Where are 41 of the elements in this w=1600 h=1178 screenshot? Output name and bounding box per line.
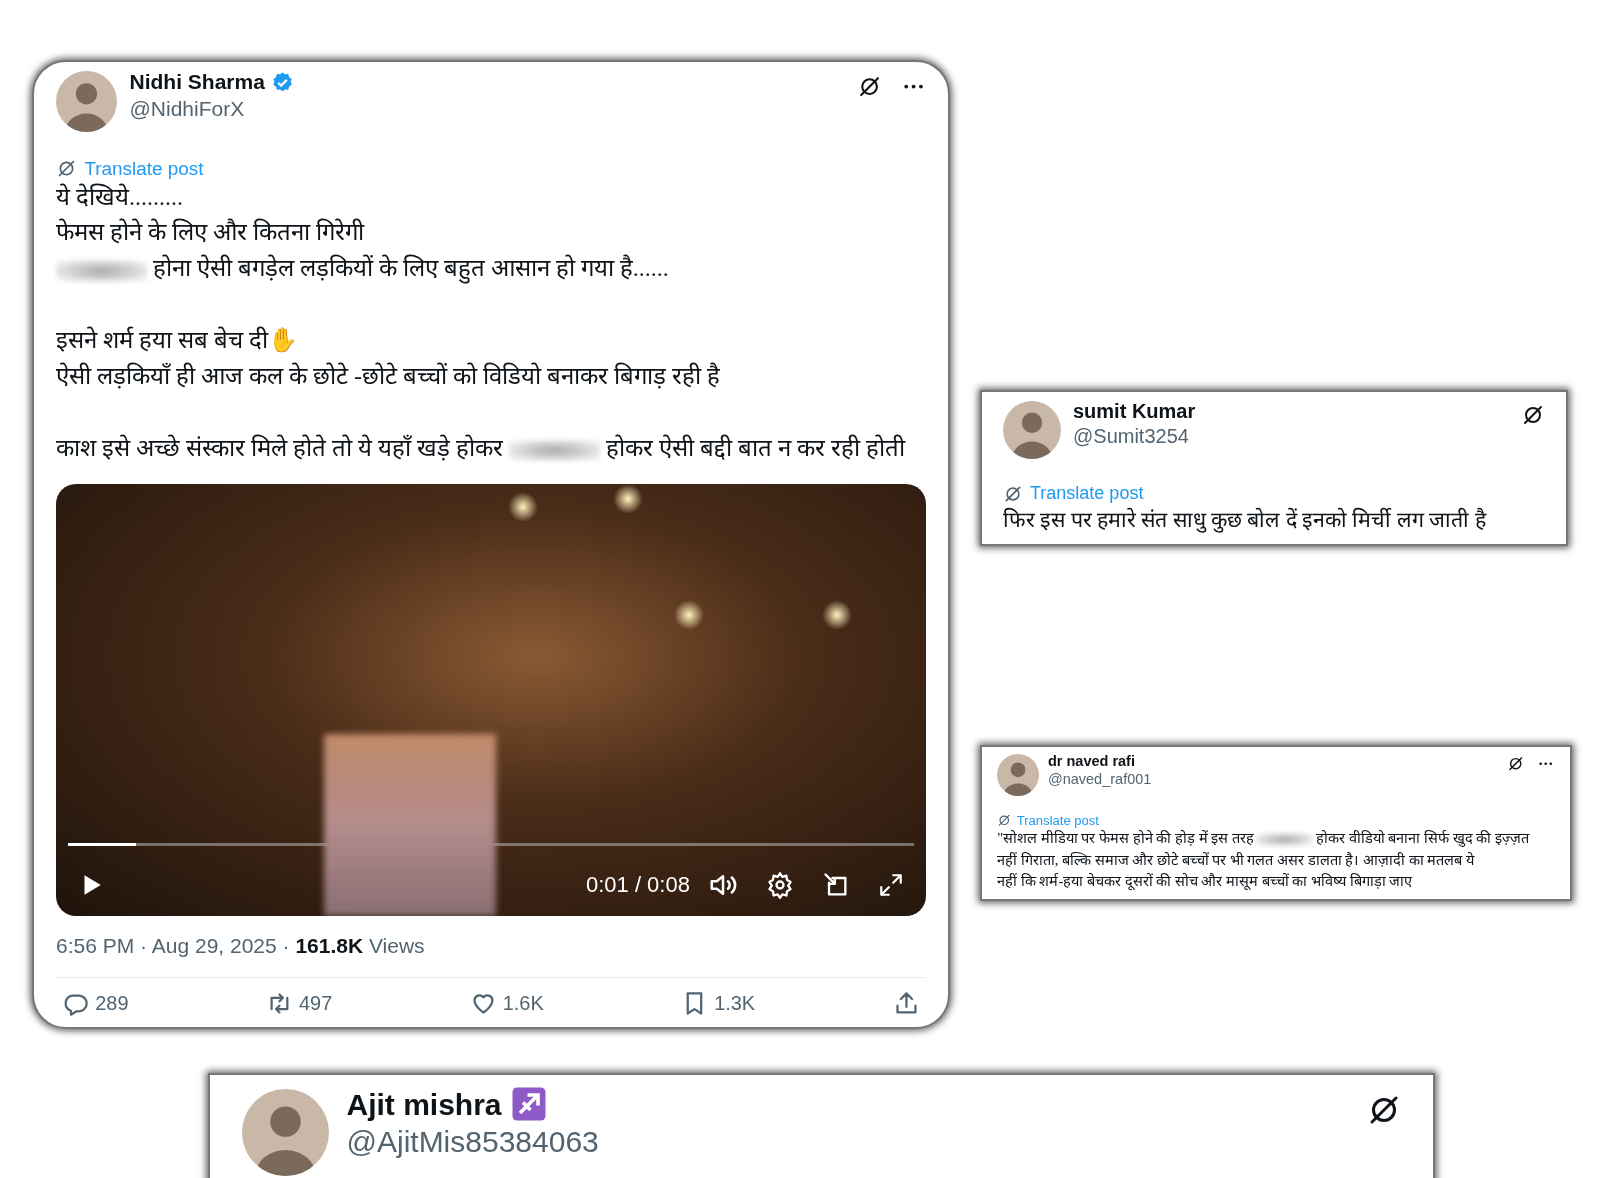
avatar[interactable] <box>1003 401 1061 459</box>
post-text: नहीं गिराता, बल्कि समाज और छोटे बच्चों पर भी गलत असर डालता है। आज़ादी का मतलब ये <box>997 851 1474 868</box>
fullscreen-icon[interactable] <box>877 871 904 898</box>
bookmark-button[interactable]: 1.3K <box>681 989 756 1017</box>
repost-button[interactable]: 497 <box>266 989 333 1017</box>
video-frame[interactable]: 0:01 / 0:08 <box>56 483 926 916</box>
post-text: फेमस होने के लिए और कितना गिरेगी <box>56 219 364 246</box>
post-text: "सोशल मीडिया पर फेमस होने की होड़ में इस तरह <box>997 829 1255 846</box>
reply-button[interactable]: 289 <box>62 989 129 1017</box>
like-button[interactable]: 1.6K <box>469 989 544 1017</box>
slashed-circle-icon[interactable] <box>1521 403 1545 427</box>
post-timestamp: 6:56 PM · Aug 29, 2025 · 161.8K Views <box>56 934 926 979</box>
settings-icon[interactable] <box>765 870 794 899</box>
stage-light <box>612 483 643 514</box>
post-text: ऐसी लड़कियाँ ही आज कल के छोटे -छोटे बच्चों को विडियो बनाकर बिगाड़ रही है <box>56 363 720 390</box>
post-text: होना ऐसी बगड़ेल लड़कियों के लिए बहुत आसान हो गया है...... <box>152 255 669 282</box>
user-handle[interactable]: @Sumit3254 <box>1073 424 1509 449</box>
avatar[interactable] <box>997 753 1040 796</box>
user-name[interactable]: Nidhi Sharma <box>129 69 265 96</box>
user-handle[interactable]: @NidhiForX <box>129 95 845 122</box>
translate-link[interactable]: Translate post <box>1016 812 1099 828</box>
minimize-window-icon[interactable] <box>821 870 850 899</box>
post-text: काश इसे अच्छे संस्कार मिले होते तो ये यहाँ खड़े होकर <box>56 434 505 461</box>
user-name[interactable]: dr naved rafi <box>1047 752 1135 771</box>
post-text: फिर इस पर हमारे संत साधु कुछ बोल दें इनको मिर्ची लग जाती है <box>1003 508 1486 532</box>
post-text: नहीं कि शर्म-हया बेचकर दूसरों की सोच और मासूम बच्चों का भविष्य बिगाड़ा जाए <box>997 873 1413 890</box>
post-text: इसने शर्म हया सब बेच दी <box>56 327 268 354</box>
user-name[interactable]: Ajit mishra <box>346 1085 502 1123</box>
post-text: होकर वीडियो बनाना सिर्फ खुद की इज़्ज़त <box>1315 829 1529 846</box>
user-name[interactable]: sumit Kumar <box>1073 399 1196 424</box>
slashed-circle-icon <box>1003 483 1023 504</box>
arrow-badge-icon <box>510 1086 547 1123</box>
blurred-word <box>1257 833 1313 847</box>
video-time: 0:01 / 0:08 <box>585 871 690 898</box>
verified-badge-icon <box>271 70 295 94</box>
post-text: ये देखिये......... <box>56 183 183 210</box>
user-handle[interactable]: @AjitMis85384063 <box>346 1123 1348 1161</box>
slashed-circle-icon <box>997 813 1012 828</box>
user-handle[interactable]: @naved_raf001 <box>1047 770 1499 789</box>
post-text: होकर ऐसी बद्दी बात न कर रही होती <box>604 434 905 461</box>
slashed-circle-icon[interactable] <box>1506 754 1525 773</box>
